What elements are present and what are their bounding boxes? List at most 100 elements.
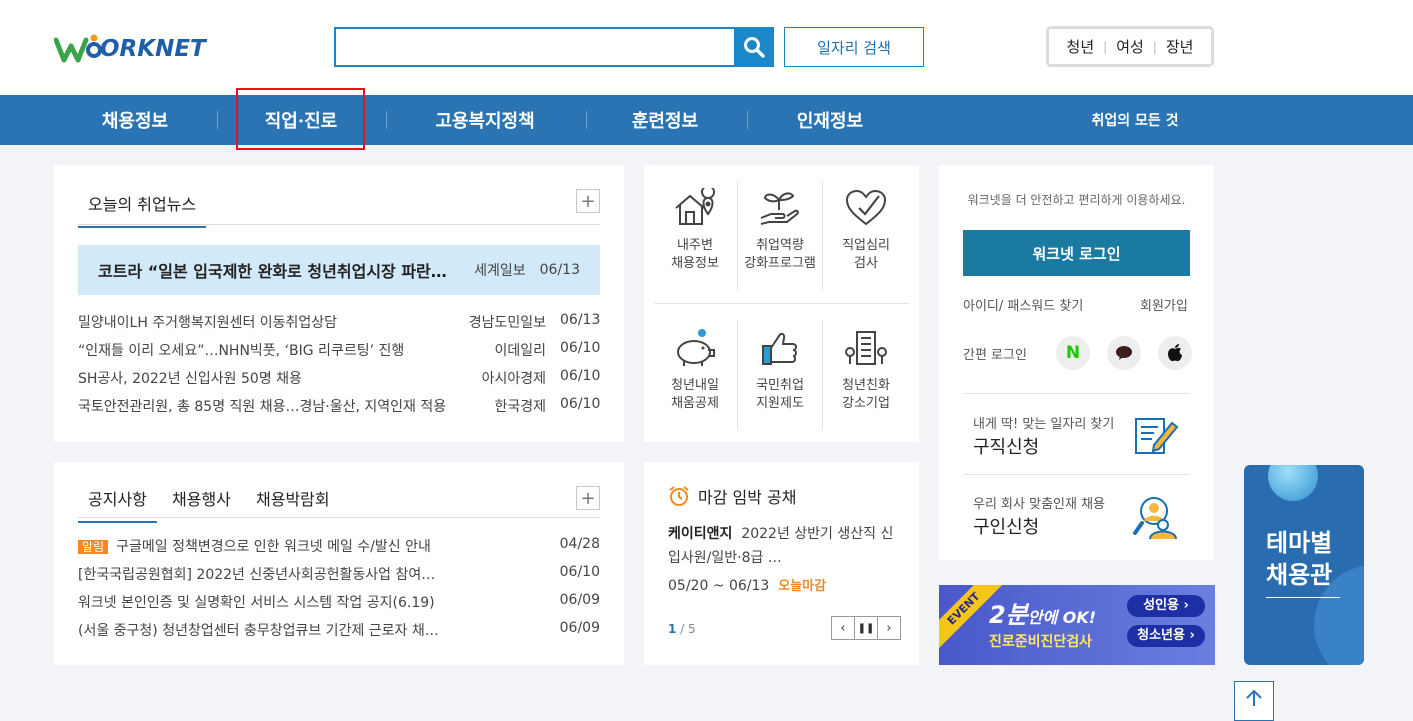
- quick-link-youth[interactable]: 청년: [1067, 36, 1095, 57]
- search-button[interactable]: [734, 27, 774, 67]
- notice-item[interactable]: [한국국립공원협회] 2022년 신중년사회공헌활동사업 참여… 06/10: [78, 564, 600, 584]
- services-panel: 내주변 채용정보 취업역량 강화프로그램 직업심리 검사 청년내일 채움공제 국…: [644, 165, 919, 442]
- pager-current: 1: [668, 622, 677, 636]
- service-nearby-jobs[interactable]: 내주변 채용정보: [652, 183, 738, 273]
- search-input[interactable]: [336, 29, 732, 65]
- person-search-icon: [1132, 495, 1180, 545]
- more-news-button[interactable]: +: [576, 189, 600, 213]
- notice-title: 워크넷 본인인증 및 실명확인 서비스 시스템 작업 공지(6.19): [78, 595, 435, 611]
- nav-item-welfare-policy[interactable]: 고용복지정책: [420, 95, 550, 145]
- notice-panel: 공지사항 채용행사 채용박람회 + 알림 구글메일 정책변경으로 인한 워크넷 메…: [54, 462, 624, 665]
- more-notice-button[interactable]: +: [576, 486, 600, 510]
- notice-title: [한국국립공원협회] 2022년 신중년사회공헌활동사업 참여…: [78, 567, 436, 583]
- job-seek-apply[interactable]: 내게 딱! 맞는 일자리 찾기 구직신청: [963, 395, 1190, 475]
- pause-button[interactable]: ❚❚: [854, 616, 878, 640]
- theme-title: 테마별 채용관: [1266, 527, 1332, 591]
- login-button[interactable]: 워크넷 로그인: [963, 230, 1190, 276]
- adult-button[interactable]: 성인용 ›: [1127, 595, 1205, 617]
- search-box: [334, 27, 774, 67]
- divider: |: [1103, 39, 1108, 54]
- tab-recruit-events[interactable]: 채용행사: [172, 486, 231, 510]
- quick-link-women[interactable]: 여성: [1116, 36, 1144, 57]
- highlight-box: [236, 88, 365, 150]
- service-youth-friendly-company[interactable]: 청년친화 강소기업: [823, 323, 909, 413]
- theme-recruit-banner[interactable]: 테마별 채용관: [1244, 465, 1364, 665]
- news-item[interactable]: “인재들 이리 오세요”…NHN빅풋, ‘BIG 리쿠르팅’ 진행 이데일리 0…: [78, 340, 600, 360]
- notice-item[interactable]: 알림 구글메일 정책변경으로 인한 워크넷 메일 수/발신 안내 04/28: [78, 536, 600, 556]
- news-date: 06/10: [560, 368, 601, 384]
- plus-icon: +: [580, 487, 596, 509]
- theme-title-line1: 테마별: [1266, 529, 1333, 557]
- job-seek-title: 구직신청: [973, 437, 1040, 458]
- notice-title: 구글메일 정책변경으로 인한 워크넷 메일 수/발신 안내: [116, 539, 431, 555]
- service-label: 지원제도: [756, 396, 804, 411]
- nav-item-recruit-info[interactable]: 채용정보: [80, 95, 190, 145]
- notice-item[interactable]: 워크넷 본인인증 및 실명확인 서비스 시스템 작업 공지(6.19) 06/0…: [78, 592, 600, 612]
- notice-date: 06/10: [559, 564, 600, 580]
- service-psych-test[interactable]: 직업심리 검사: [823, 183, 909, 273]
- pager-total: / 5: [680, 622, 696, 636]
- service-label: 국민취업: [756, 378, 804, 393]
- kakao-icon: [1116, 346, 1132, 360]
- notice-item[interactable]: (서울 중구청) 청년창업센터 충무창업큐브 기간제 근로자 채… 06/09: [78, 620, 600, 640]
- banner-headline: 2분안에 OK!: [989, 595, 1096, 630]
- service-youth-tomorrow[interactable]: 청년내일 채움공제: [652, 323, 738, 413]
- banner-subtitle: 진로준비진단검사: [989, 634, 1093, 650]
- kakao-login-button[interactable]: [1107, 336, 1141, 370]
- news-panel-title[interactable]: 오늘의 취업뉴스: [78, 191, 207, 228]
- service-label: 청년내일: [671, 378, 719, 393]
- news-title: “인재들 이리 오세요”…NHN빅풋, ‘BIG 리쿠르팅’ 진행: [78, 343, 405, 359]
- job-search-button[interactable]: 일자리 검색: [784, 27, 924, 67]
- house-location-icon: [652, 183, 738, 233]
- service-employment-program[interactable]: 취업역량 강화프로그램: [737, 183, 823, 273]
- quick-link-senior[interactable]: 장년: [1166, 36, 1194, 57]
- naver-login-button[interactable]: N: [1056, 336, 1090, 370]
- service-label: 채용정보: [671, 256, 719, 271]
- signup-link[interactable]: 회원가입: [1140, 295, 1188, 314]
- service-label: 청년친화: [842, 378, 890, 393]
- service-label: 검사: [854, 256, 878, 271]
- main-navigation: 채용정보 직업·진로 고용복지정책 훈련정보 인재정보 취업의 모든 것: [0, 95, 1413, 145]
- decorative-circle: [1268, 465, 1318, 501]
- nav-divider: [386, 111, 387, 129]
- notice-title-wrap: 알림 구글메일 정책변경으로 인한 워크넷 메일 수/발신 안내: [78, 536, 540, 556]
- featured-news-source: 세계일보: [474, 263, 526, 279]
- divider: [963, 393, 1190, 394]
- prev-button[interactable]: ‹: [831, 616, 855, 640]
- header: ORKNET 일자리 검색 청년 | 여성 | 장년: [0, 0, 1413, 95]
- youth-button[interactable]: 청소년용 ›: [1127, 625, 1205, 647]
- featured-news-title: 코트라 “일본 입국제한 완화로 청년취업시장 파란…: [98, 262, 447, 281]
- tab-job-fair[interactable]: 채용박람회: [256, 486, 330, 510]
- nav-item-training-info[interactable]: 훈련정보: [610, 95, 720, 145]
- deadline-period: 05/20 ~ 06/13: [668, 578, 770, 594]
- deadline-desc-wrap: 케이티앤지 2022년 상반기 생산직 신입사원/일반·8급 …: [668, 522, 898, 570]
- deadline-company: 케이티앤지: [668, 526, 733, 542]
- deadline-meta: 05/20 ~ 06/13 오늘마감: [668, 574, 898, 599]
- back-to-top-button[interactable]: [1234, 681, 1274, 721]
- easy-login-label: 간편 로그인: [963, 348, 1027, 363]
- service-national-employment[interactable]: 국민취업 지원제도: [737, 323, 823, 413]
- chevron-right-icon: ›: [886, 620, 892, 636]
- recruit-apply[interactable]: 우리 회사 맞춤인재 채용 구인신청: [963, 475, 1190, 555]
- apple-login-button[interactable]: [1158, 336, 1192, 370]
- notice-panel-header: 공지사항 채용행사 채용박람회 +: [78, 478, 600, 523]
- news-item[interactable]: 국토안전관리원, 총 85명 직원 채용…경남·울산, 지역인재 적용 한국경제…: [78, 396, 600, 416]
- worknet-logo[interactable]: ORKNET: [54, 27, 214, 71]
- notice-title: (서울 중구청) 청년창업센터 충무창업큐브 기간제 근로자 채…: [78, 623, 439, 639]
- theme-title-line2: 채용관: [1266, 561, 1333, 589]
- service-label: 강화프로그램: [744, 256, 816, 271]
- deadline-item[interactable]: 케이티앤지 2022년 상반기 생산직 신입사원/일반·8급 … 05/20 ~…: [668, 522, 898, 599]
- tab-notice[interactable]: 공지사항: [78, 486, 157, 523]
- next-button[interactable]: ›: [877, 616, 901, 640]
- naver-icon: N: [1065, 343, 1081, 363]
- featured-news[interactable]: 코트라 “일본 입국제한 완화로 청년취업시장 파란… 세계일보 06/13: [78, 245, 600, 295]
- nav-item-talent-info[interactable]: 인재정보: [775, 95, 885, 145]
- news-item[interactable]: 밀양내이LH 주거행복지원센터 이동취업상담 경남도민일보 06/13: [78, 312, 600, 332]
- pause-icon: ❚❚: [857, 622, 875, 634]
- nav-divider: [217, 111, 218, 129]
- news-item[interactable]: SH공사, 2022년 신입사원 50명 채용 아시아경제 06/10: [78, 368, 600, 388]
- nav-all-about-jobs[interactable]: 취업의 모든 것: [1080, 95, 1190, 145]
- nav-divider: [747, 111, 748, 129]
- event-banner[interactable]: EVENT 2분안에 OK! 진로준비진단검사 성인용 › 청소년용 ›: [939, 585, 1215, 665]
- find-account-link[interactable]: 아이디/ 패스워드 찾기: [963, 295, 1083, 314]
